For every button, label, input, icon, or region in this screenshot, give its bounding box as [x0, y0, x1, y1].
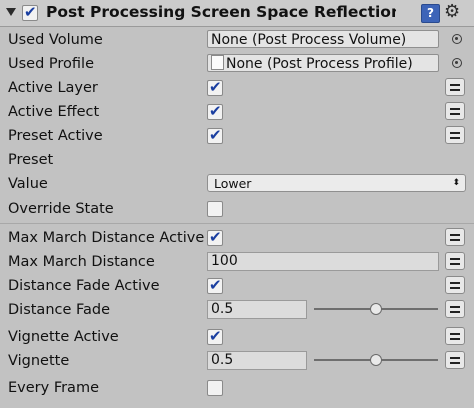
max-march-distance-label: Max March Distance	[8, 254, 155, 270]
preset-active-label: Preset Active	[8, 128, 103, 144]
every-frame-row: Every Frame	[0, 376, 474, 400]
vignette-active-row: Vignette Active ✔	[0, 325, 474, 349]
active-effect-row: Active Effect ✔	[0, 100, 474, 124]
object-picker-icon[interactable]	[452, 58, 462, 68]
component-enabled-checkbox[interactable]: ✔	[22, 3, 38, 21]
menu-button[interactable]	[445, 276, 465, 294]
menu-button[interactable]	[445, 102, 465, 120]
active-effect-label: Active Effect	[8, 104, 100, 120]
vignette-input[interactable]: 0.5	[207, 351, 307, 370]
distance-fade-slider-thumb[interactable]	[370, 303, 382, 315]
override-state-label: Override State	[8, 201, 114, 217]
gear-icon[interactable]: ⚙	[444, 1, 460, 22]
check-icon: ✔	[209, 126, 222, 144]
max-march-distance-active-checkbox[interactable]: ✔	[207, 228, 223, 246]
vignette-label: Vignette	[8, 353, 70, 369]
every-frame-checkbox[interactable]	[207, 380, 223, 396]
every-frame-label: Every Frame	[8, 380, 99, 396]
distance-fade-active-row: Distance Fade Active ✔	[0, 274, 474, 298]
used-volume-row: Used Volume None (Post Process Volume)	[0, 28, 474, 52]
distance-fade-active-checkbox[interactable]: ✔	[207, 276, 223, 294]
foldout-arrow-icon[interactable]	[6, 8, 16, 16]
document-icon	[211, 55, 224, 70]
check-icon: ✔	[209, 327, 222, 345]
active-layer-row: Active Layer ✔	[0, 76, 474, 100]
preset-row: Preset	[0, 148, 474, 172]
menu-button[interactable]	[445, 126, 465, 144]
section-divider	[0, 223, 474, 224]
help-icon[interactable]: ?	[421, 4, 440, 23]
check-icon: ✔	[24, 3, 37, 21]
max-march-distance-row: Max March Distance 100	[0, 250, 474, 274]
distance-fade-input[interactable]: 0.5	[207, 300, 307, 319]
used-profile-field[interactable]: None (Post Process Profile)	[207, 54, 439, 72]
value-label: Value	[8, 176, 48, 192]
max-march-distance-input[interactable]: 100	[207, 252, 439, 271]
distance-fade-label: Distance Fade	[8, 302, 111, 318]
menu-button[interactable]	[445, 78, 465, 96]
vignette-active-checkbox[interactable]: ✔	[207, 327, 223, 345]
override-state-checkbox[interactable]	[207, 201, 223, 217]
preset-active-row: Preset Active ✔	[0, 124, 474, 148]
check-icon: ✔	[209, 102, 222, 120]
check-icon: ✔	[209, 228, 222, 246]
value-row: Value Lower ⬍	[0, 172, 474, 196]
used-profile-label: Used Profile	[8, 56, 94, 72]
menu-button[interactable]	[445, 327, 465, 345]
active-layer-checkbox[interactable]: ✔	[207, 78, 223, 96]
vignette-row: Vignette 0.5	[0, 349, 474, 373]
active-effect-checkbox[interactable]: ✔	[207, 102, 223, 120]
used-profile-row: Used Profile None (Post Process Profile)	[0, 52, 474, 76]
value-dropdown[interactable]: Lower ⬍	[207, 174, 466, 192]
menu-button[interactable]	[445, 228, 465, 246]
menu-button[interactable]	[445, 300, 465, 318]
used-profile-value: None (Post Process Profile)	[226, 56, 413, 72]
menu-button[interactable]	[445, 351, 465, 369]
distance-fade-active-label: Distance Fade Active	[8, 278, 160, 294]
preset-active-checkbox[interactable]: ✔	[207, 126, 223, 144]
max-march-distance-active-label: Max March Distance Active	[8, 230, 205, 246]
preset-label: Preset	[8, 152, 54, 168]
check-icon: ✔	[209, 78, 222, 96]
object-picker-icon[interactable]	[452, 34, 462, 44]
used-volume-label: Used Volume	[8, 32, 103, 48]
component-title: Post Processing Screen Space Reflections	[46, 3, 396, 21]
max-march-distance-active-row: Max March Distance Active ✔	[0, 226, 474, 250]
distance-fade-row: Distance Fade 0.5	[0, 298, 474, 322]
active-layer-label: Active Layer	[8, 80, 98, 96]
used-volume-value: None (Post Process Volume)	[211, 32, 407, 48]
check-icon: ✔	[209, 276, 222, 294]
override-state-row: Override State	[0, 197, 474, 221]
vignette-active-label: Vignette Active	[8, 329, 119, 345]
dropdown-arrow-icon: ⬍	[452, 178, 460, 188]
component-header: ✔ Post Processing Screen Space Reflectio…	[0, 0, 474, 27]
vignette-slider-thumb[interactable]	[370, 354, 382, 366]
used-volume-field[interactable]: None (Post Process Volume)	[207, 30, 439, 48]
value-selected: Lower	[214, 176, 252, 191]
menu-button[interactable]	[445, 252, 465, 270]
